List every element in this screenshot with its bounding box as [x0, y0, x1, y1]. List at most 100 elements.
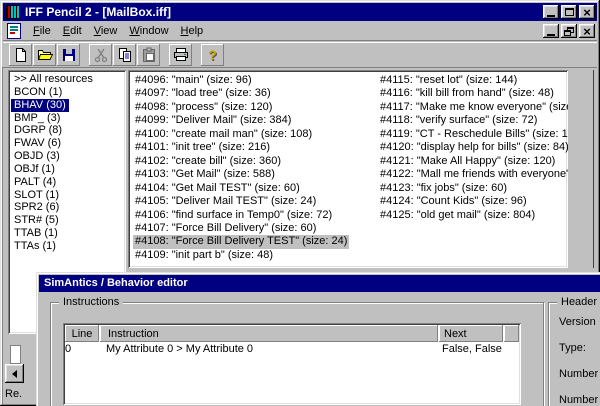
menu-item[interactable]: View	[88, 23, 124, 39]
resource-type-item[interactable]: BHAV (30)	[11, 99, 126, 112]
menu-item[interactable]: Edit	[57, 23, 88, 39]
window-edge-divider	[593, 70, 594, 268]
resource-list-column-1: #4096: "main" (size: 96)#4097: "load tre…	[133, 74, 349, 262]
arrow-left-icon	[8, 370, 17, 378]
instructions-table-header: Line Instruction Next	[65, 325, 519, 342]
resource-type-item[interactable]: >> All resources	[11, 73, 126, 86]
new-button[interactable]	[9, 44, 32, 66]
list-item[interactable]: #4125: "old get mail" (size: 804)	[378, 209, 568, 222]
header-groupbox: Header VersionType:NumberNumber	[548, 302, 600, 406]
list-item[interactable]: #4101: "init tree" (size: 216)	[133, 141, 349, 154]
scrollbar-thumb[interactable]	[10, 345, 21, 364]
app-icon[interactable]	[6, 5, 20, 19]
mdi-minimize-button[interactable]	[543, 24, 559, 38]
list-item[interactable]: #4104: "Get Mail TEST" (size: 60)	[133, 182, 349, 195]
resource-type-item[interactable]: OBJf (1)	[11, 163, 126, 176]
resource-type-item[interactable]: STR# (5)	[11, 214, 126, 227]
resource-type-items: >> All resourcesBCON (1)BHAV (30)BMP_ (3…	[11, 73, 126, 253]
list-item[interactable]: #4120: "display help for bills" (size: 8…	[378, 141, 568, 154]
list-item[interactable]: #4123: "fix jobs" (size: 60)	[378, 182, 568, 195]
resource-type-item[interactable]: SLOT (1)	[11, 189, 126, 202]
toolbar: ?	[3, 42, 597, 67]
list-item[interactable]: #4117: "Make me know everyone" (size	[378, 101, 568, 114]
list-item[interactable]: #4115: "reset lot" (size: 144)	[378, 74, 568, 87]
save-icon	[61, 47, 77, 63]
list-item[interactable]: #4097: "load tree" (size: 36)	[133, 87, 349, 100]
resource-type-item[interactable]: PALT (4)	[11, 176, 126, 189]
print-button[interactable]	[169, 44, 192, 66]
resource-type-item[interactable]: OBJD (3)	[11, 150, 126, 163]
copy-button[interactable]	[113, 44, 136, 66]
resource-type-item[interactable]: DGRP (8)	[11, 124, 126, 137]
list-item[interactable]: #4105: "Deliver Mail TEST" (size: 24)	[133, 195, 349, 208]
help-icon: ?	[208, 47, 217, 63]
app-window: IFF Pencil 2 - [MailBox.iff] × FileEditV…	[0, 0, 600, 406]
maximize-button[interactable]	[561, 5, 577, 19]
list-item[interactable]: #4109: "init part b" (size: 48)	[133, 249, 349, 262]
copy-icon	[117, 47, 133, 63]
header-field-label: Number	[549, 387, 600, 406]
maximize-icon	[565, 8, 574, 16]
list-item[interactable]: #4098: "process" (size: 120)	[133, 101, 349, 114]
list-item[interactable]: #4121: "Make All Happy" (size: 120)	[378, 155, 568, 168]
mdi-restore-button[interactable]	[561, 24, 577, 38]
list-item[interactable]: #4096: "main" (size: 96)	[133, 74, 349, 87]
resource-type-item[interactable]: SPR2 (6)	[11, 201, 126, 214]
paste-button[interactable]	[137, 44, 160, 66]
resource-type-item[interactable]: BCON (1)	[11, 86, 126, 99]
save-button[interactable]	[57, 44, 80, 66]
list-item[interactable]: #4106: "find surface in Temp0" (size: 72…	[133, 209, 349, 222]
cut-button[interactable]	[89, 44, 112, 66]
list-item[interactable]: #4122: "Mall me friends with everyone"	[378, 168, 568, 181]
editor-titlebar[interactable]: SimAntics / Behavior editor	[39, 275, 600, 292]
resource-type-item[interactable]: FWAV (6)	[11, 137, 126, 150]
print-icon	[173, 47, 189, 63]
open-folder-icon	[37, 47, 53, 63]
column-header-line[interactable]: Line	[65, 325, 99, 342]
resource-type-item[interactable]: TTAs (1)	[11, 240, 126, 253]
menubar: FileEditViewWindowHelp ×	[3, 22, 597, 41]
list-item[interactable]: #4124: "Count Kids" (size: 96)	[378, 195, 568, 208]
close-icon: ×	[583, 27, 591, 36]
list-item[interactable]: #4100: "create mail man" (size: 108)	[133, 128, 349, 141]
new-document-icon	[13, 47, 29, 63]
mdi-close-button[interactable]: ×	[579, 24, 595, 38]
help-button[interactable]: ?	[201, 44, 224, 66]
resource-list-column-2: #4115: "reset lot" (size: 144)#4116: "ki…	[378, 74, 568, 222]
list-item[interactable]: #4119: "CT - Reschedule Bills" (size: 12	[378, 128, 568, 141]
header-label: Header	[557, 296, 600, 308]
instructions-table: Line Instruction Next 0 My Attribute 0 >…	[63, 323, 521, 405]
list-item[interactable]: #4118: "verify surface" (size: 72)	[378, 114, 568, 127]
close-button[interactable]: ×	[579, 5, 595, 19]
restore-icon	[564, 27, 574, 36]
list-item[interactable]: #4099: "Deliver Mail" (size: 384)	[133, 114, 349, 127]
window-title: IFF Pencil 2 - [MailBox.iff]	[23, 5, 543, 19]
column-header-next[interactable]: Next	[439, 325, 503, 342]
scroll-left-button[interactable]	[5, 364, 24, 383]
resource-type-item[interactable]: TTAB (1)	[11, 227, 126, 240]
resource-type-item[interactable]: BMP_ (3)	[11, 112, 126, 125]
list-item[interactable]: #4107: "Force Bill Delivery" (size: 60)	[133, 222, 349, 235]
open-button[interactable]	[33, 44, 56, 66]
mdi-document-icon[interactable]	[7, 23, 21, 39]
menu-items: FileEditViewWindowHelp	[27, 23, 209, 39]
minimize-icon	[547, 34, 555, 36]
header-field-label: Version	[549, 309, 600, 335]
instructions-rows: 0 My Attribute 0 > My Attribute 0 False,…	[63, 342, 521, 357]
table-row[interactable]: 0 My Attribute 0 > My Attribute 0 False,…	[63, 342, 521, 357]
simantics-editor-window: SimAntics / Behavior editor Instructions…	[36, 272, 600, 406]
list-item[interactable]: #4108: "Force Bill Delivery TEST" (size:…	[133, 235, 349, 248]
menu-item[interactable]: File	[27, 23, 57, 39]
cut-icon	[93, 47, 109, 63]
list-item[interactable]: #4103: "Get Mail" (size: 588)	[133, 168, 349, 181]
column-header-instruction[interactable]: Instruction	[100, 325, 438, 342]
instructions-groupbox: Instructions Line Instruction Next 0 My …	[50, 302, 544, 406]
list-item[interactable]: #4116: "kill bill from hand" (size: 48)	[378, 87, 568, 100]
minimize-button[interactable]	[543, 5, 559, 19]
titlebar: IFF Pencil 2 - [MailBox.iff] ×	[3, 3, 597, 21]
menu-item[interactable]: Window	[123, 23, 174, 39]
header-fields: VersionType:NumberNumber	[549, 309, 600, 406]
minimize-icon	[547, 15, 555, 17]
menu-item[interactable]: Help	[175, 23, 210, 39]
list-item[interactable]: #4102: "create bill" (size: 360)	[133, 155, 349, 168]
